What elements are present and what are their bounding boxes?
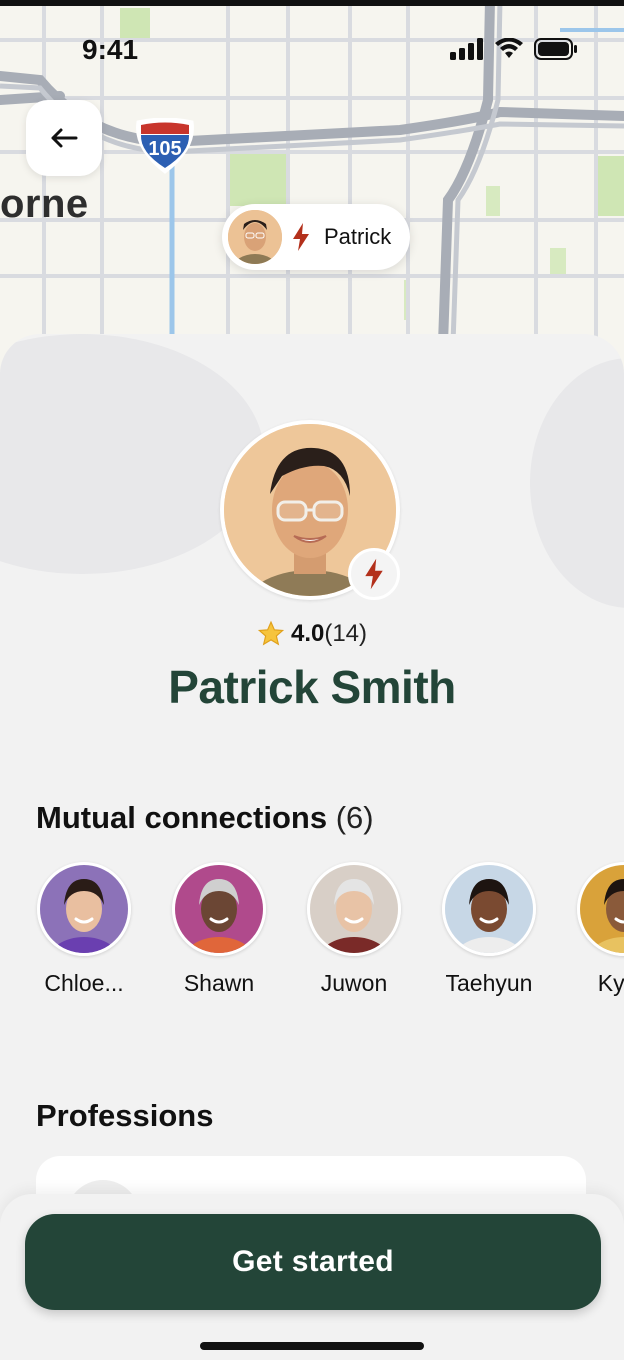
connection-portrait bbox=[310, 865, 398, 953]
interstate-shield-icon: 105 bbox=[136, 118, 194, 174]
connection-name: Shawn bbox=[183, 970, 255, 996]
status-time: 9:41 bbox=[82, 34, 139, 65]
rating-score: 4.0 bbox=[290, 620, 325, 647]
rating-count: (14) bbox=[324, 620, 368, 647]
mutual-connections-count: (6) bbox=[335, 800, 374, 835]
mutual-connections-title: Mutual connections bbox=[36, 800, 328, 835]
status-icons bbox=[450, 38, 578, 60]
pin-name: Patrick bbox=[324, 224, 392, 249]
battery-icon bbox=[534, 38, 577, 60]
bolt-icon bbox=[293, 223, 309, 251]
home-indicator bbox=[200, 1342, 424, 1350]
connection-portrait bbox=[445, 865, 533, 953]
rating: 4.0 (14) bbox=[0, 620, 624, 648]
map-city-label: orne bbox=[0, 182, 89, 226]
connection-portrait bbox=[175, 865, 263, 953]
back-button[interactable] bbox=[26, 100, 102, 176]
arrow-left-icon bbox=[51, 128, 78, 148]
connection-name: Kyun bbox=[597, 970, 624, 996]
connection-item[interactable]: Kyun bbox=[574, 862, 624, 997]
mutual-connections-heading: Mutual connections (6) bbox=[36, 800, 374, 836]
map-user-pin[interactable]: Patrick bbox=[222, 204, 410, 270]
connection-portrait bbox=[40, 865, 128, 953]
cellular-signal-icon bbox=[450, 38, 483, 60]
instant-badge bbox=[348, 548, 400, 600]
get-started-button[interactable]: Get started bbox=[25, 1214, 601, 1310]
star-icon bbox=[257, 620, 285, 646]
connection-item[interactable]: Chloe... bbox=[34, 862, 134, 997]
pin-avatar bbox=[226, 208, 284, 266]
professions-title: Professions bbox=[36, 1098, 214, 1133]
wifi-icon bbox=[495, 38, 523, 58]
connection-avatar bbox=[307, 862, 401, 956]
connection-name: Chloe... bbox=[44, 970, 124, 996]
connection-name: Taehyun bbox=[445, 970, 533, 996]
connection-avatar bbox=[37, 862, 131, 956]
profile-name: Patrick Smith bbox=[168, 661, 456, 713]
connection-item[interactable]: Taehyun bbox=[439, 862, 539, 997]
interstate-number: 105 bbox=[148, 138, 181, 160]
pin-avatar-portrait bbox=[228, 210, 282, 264]
bolt-icon bbox=[365, 558, 383, 590]
connection-name: Juwon bbox=[320, 970, 388, 996]
connections-carousel[interactable]: Chloe... Shawn Juwon Taehyun Kyun bbox=[36, 862, 624, 1002]
status-bar: 9:41 bbox=[0, 0, 624, 96]
status-bar-edge bbox=[0, 0, 624, 6]
decor-blob-right bbox=[530, 358, 624, 608]
connection-item[interactable]: Juwon bbox=[304, 862, 404, 997]
connection-portrait bbox=[580, 865, 624, 953]
connection-avatar bbox=[442, 862, 536, 956]
connection-avatar bbox=[172, 862, 266, 956]
connection-avatar bbox=[577, 862, 624, 956]
connection-item[interactable]: Shawn bbox=[169, 862, 269, 997]
